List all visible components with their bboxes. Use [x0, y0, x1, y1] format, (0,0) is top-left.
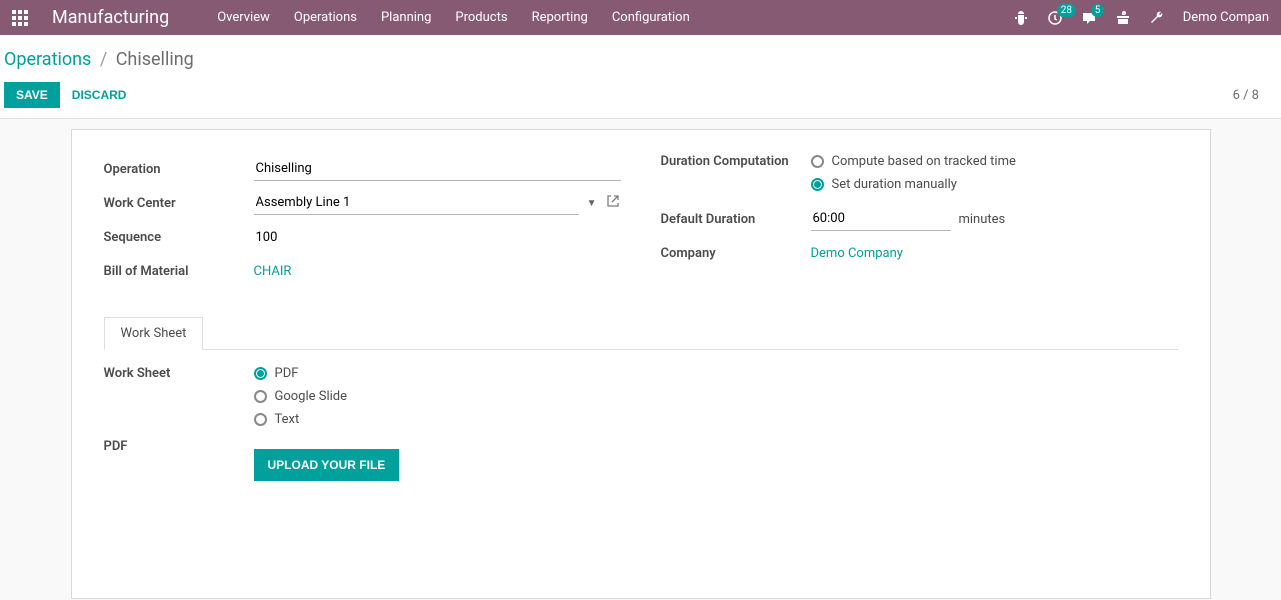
form-col-left: Operation Work Center ▼	[104, 154, 621, 290]
topbar: Manufacturing Overview Operations Planni…	[0, 0, 1281, 35]
label-duration-comp: Duration Computation	[661, 154, 811, 169]
upload-file-button[interactable]: UPLOAD YOUR FILE	[254, 449, 400, 481]
row-duration-comp: Duration Computation Compute based on tr…	[661, 154, 1178, 200]
external-link-icon[interactable]	[605, 193, 621, 213]
row-company: Company Demo Company	[661, 238, 1178, 268]
form-col-right: Duration Computation Compute based on tr…	[661, 154, 1178, 290]
row-pdf-upload: PDF UPLOAD YOUR FILE	[104, 439, 1178, 481]
nav-overview[interactable]: Overview	[217, 10, 270, 25]
form-sheet: Operation Work Center ▼	[71, 129, 1211, 599]
pager[interactable]: 6 / 8	[1233, 88, 1259, 103]
clock-icon[interactable]: 28	[1047, 10, 1063, 26]
radio-gslide[interactable]	[254, 390, 267, 403]
bom-link[interactable]: CHAIR	[254, 264, 292, 279]
row-bom: Bill of Material CHAIR	[104, 256, 621, 286]
row-worksheet-type: Work Sheet PDF Google Slide Text	[104, 366, 1178, 435]
brand-title: Manufacturing	[52, 7, 169, 28]
radio-tracked[interactable]	[811, 155, 824, 168]
nav-planning[interactable]: Planning	[381, 10, 431, 25]
tab-pane-work-sheet: Work Sheet PDF Google Slide Text	[104, 350, 1178, 481]
nav-reporting[interactable]: Reporting	[532, 10, 588, 25]
nav-operations[interactable]: Operations	[294, 10, 357, 25]
apps-icon[interactable]	[12, 10, 28, 26]
tab-bar: Work Sheet	[104, 316, 1178, 350]
bug-icon[interactable]	[1013, 10, 1029, 26]
company-menu[interactable]: Demo Compan	[1183, 10, 1269, 25]
operation-input[interactable]	[254, 157, 621, 181]
breadcrumb-sep: /	[100, 49, 107, 70]
label-operation: Operation	[104, 162, 254, 177]
label-pdf: PDF	[104, 439, 254, 454]
action-row: SAVE DISCARD 6 / 8	[4, 82, 1277, 118]
gift-icon[interactable]	[1115, 10, 1131, 26]
radio-row-manual[interactable]: Set duration manually	[811, 177, 1178, 192]
label-company: Company	[661, 246, 811, 261]
topbar-right: 28 5 Demo Compan	[1013, 10, 1269, 26]
radio-text[interactable]	[254, 413, 267, 426]
radio-manual[interactable]	[811, 178, 824, 191]
radio-manual-label: Set duration manually	[832, 177, 957, 192]
save-button[interactable]: SAVE	[4, 82, 60, 108]
radio-tracked-label: Compute based on tracked time	[832, 154, 1016, 169]
row-default-duration: Default Duration minutes	[661, 204, 1178, 234]
row-sequence: Sequence	[104, 222, 621, 252]
breadcrumb-current: Chiselling	[116, 49, 194, 70]
breadcrumb: Operations / Chiselling	[4, 47, 1277, 82]
clock-badge: 28	[1057, 4, 1076, 17]
row-work-center: Work Center ▼	[104, 188, 621, 218]
chat-icon[interactable]: 5	[1081, 10, 1097, 26]
radio-gslide-label: Google Slide	[275, 389, 348, 404]
radio-pdf[interactable]	[254, 367, 267, 380]
form-columns: Operation Work Center ▼	[104, 154, 1178, 290]
default-duration-input[interactable]	[811, 207, 951, 231]
nav-products[interactable]: Products	[455, 10, 507, 25]
chevron-down-icon[interactable]: ▼	[587, 198, 597, 209]
row-operation: Operation	[104, 154, 621, 184]
chat-badge: 5	[1091, 4, 1105, 17]
sheet-wrap: Operation Work Center ▼	[0, 119, 1281, 599]
label-bom: Bill of Material	[104, 264, 254, 279]
radio-row-text[interactable]: Text	[254, 412, 1178, 427]
radio-pdf-label: PDF	[275, 366, 299, 381]
top-nav: Overview Operations Planning Products Re…	[217, 10, 1013, 25]
radio-row-tracked[interactable]: Compute based on tracked time	[811, 154, 1178, 169]
sequence-input[interactable]	[254, 226, 621, 249]
wrench-icon[interactable]	[1149, 10, 1165, 26]
company-link[interactable]: Demo Company	[811, 246, 903, 261]
label-worksheet: Work Sheet	[104, 366, 254, 381]
label-sequence: Sequence	[104, 230, 254, 245]
control-bar: Operations / Chiselling SAVE DISCARD 6 /…	[0, 35, 1281, 119]
nav-configuration[interactable]: Configuration	[612, 10, 690, 25]
radio-row-pdf[interactable]: PDF	[254, 366, 1178, 381]
breadcrumb-parent[interactable]: Operations	[4, 49, 91, 70]
discard-button[interactable]: DISCARD	[60, 82, 139, 108]
minutes-unit: minutes	[959, 212, 1006, 227]
tab-work-sheet[interactable]: Work Sheet	[104, 317, 204, 350]
label-default-duration: Default Duration	[661, 212, 811, 227]
label-work-center: Work Center	[104, 196, 254, 211]
work-center-input[interactable]	[254, 191, 579, 215]
radio-row-gslide[interactable]: Google Slide	[254, 389, 1178, 404]
radio-text-label: Text	[275, 412, 300, 427]
